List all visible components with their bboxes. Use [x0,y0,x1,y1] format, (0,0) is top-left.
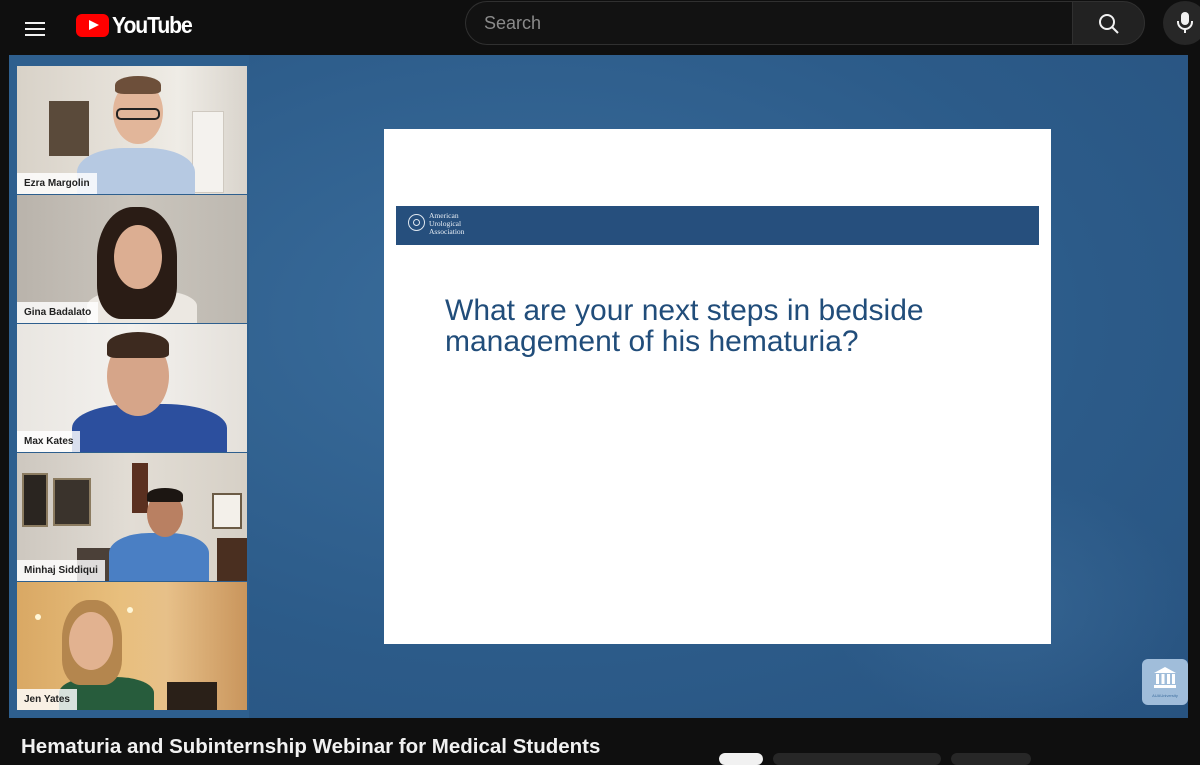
participant-name: Jen Yates [17,689,77,710]
participant-name: Max Kates [17,431,81,452]
search-box [465,1,1072,45]
participant-tile: Max Kates [17,324,247,452]
watermark-text: AUAUniversity [1152,693,1178,698]
voice-search-button[interactable] [1163,1,1200,45]
menu-icon [25,22,45,24]
participant-tile: Gina Badalato [17,195,247,323]
participant-tile: Minhaj Siddiqui [17,453,247,581]
video-title: Hematuria and Subinternship Webinar for … [21,735,601,758]
participant-tile: Jen Yates [17,582,247,710]
channel-watermark[interactable]: AUAUniversity [1142,659,1188,705]
youtube-logo[interactable]: YouTube [76,12,199,38]
participant-name: Minhaj Siddiqui [17,560,105,581]
aua-seal-icon [408,214,425,231]
institution-icon [1154,667,1176,688]
slide-question: What are your next steps in bedside mana… [445,294,924,358]
participant-tile: Ezra Margolin [17,66,247,194]
video-player[interactable]: Ezra Margolin Gina Badalato Max Kates Mi… [9,55,1188,718]
youtube-play-icon [76,13,109,37]
slide-header-bar: American Urological Association [396,206,1039,245]
logo-text: YouTube [112,11,193,38]
search-icon [1099,14,1119,34]
mic-icon [1177,12,1193,33]
aua-logo-text: American Urological Association [429,211,465,236]
action-button[interactable] [773,753,941,765]
menu-button[interactable] [14,8,56,48]
presentation-slide: American Urological Association What are… [384,129,1051,644]
action-button[interactable] [951,753,1031,765]
search-button[interactable] [1072,1,1145,45]
search-input[interactable] [466,2,1072,44]
participant-list: Ezra Margolin Gina Badalato Max Kates Mi… [17,66,247,711]
action-button[interactable] [719,753,763,765]
masthead: YouTube [0,0,1200,56]
participant-name: Ezra Margolin [17,173,97,194]
participant-name: Gina Badalato [17,302,99,323]
